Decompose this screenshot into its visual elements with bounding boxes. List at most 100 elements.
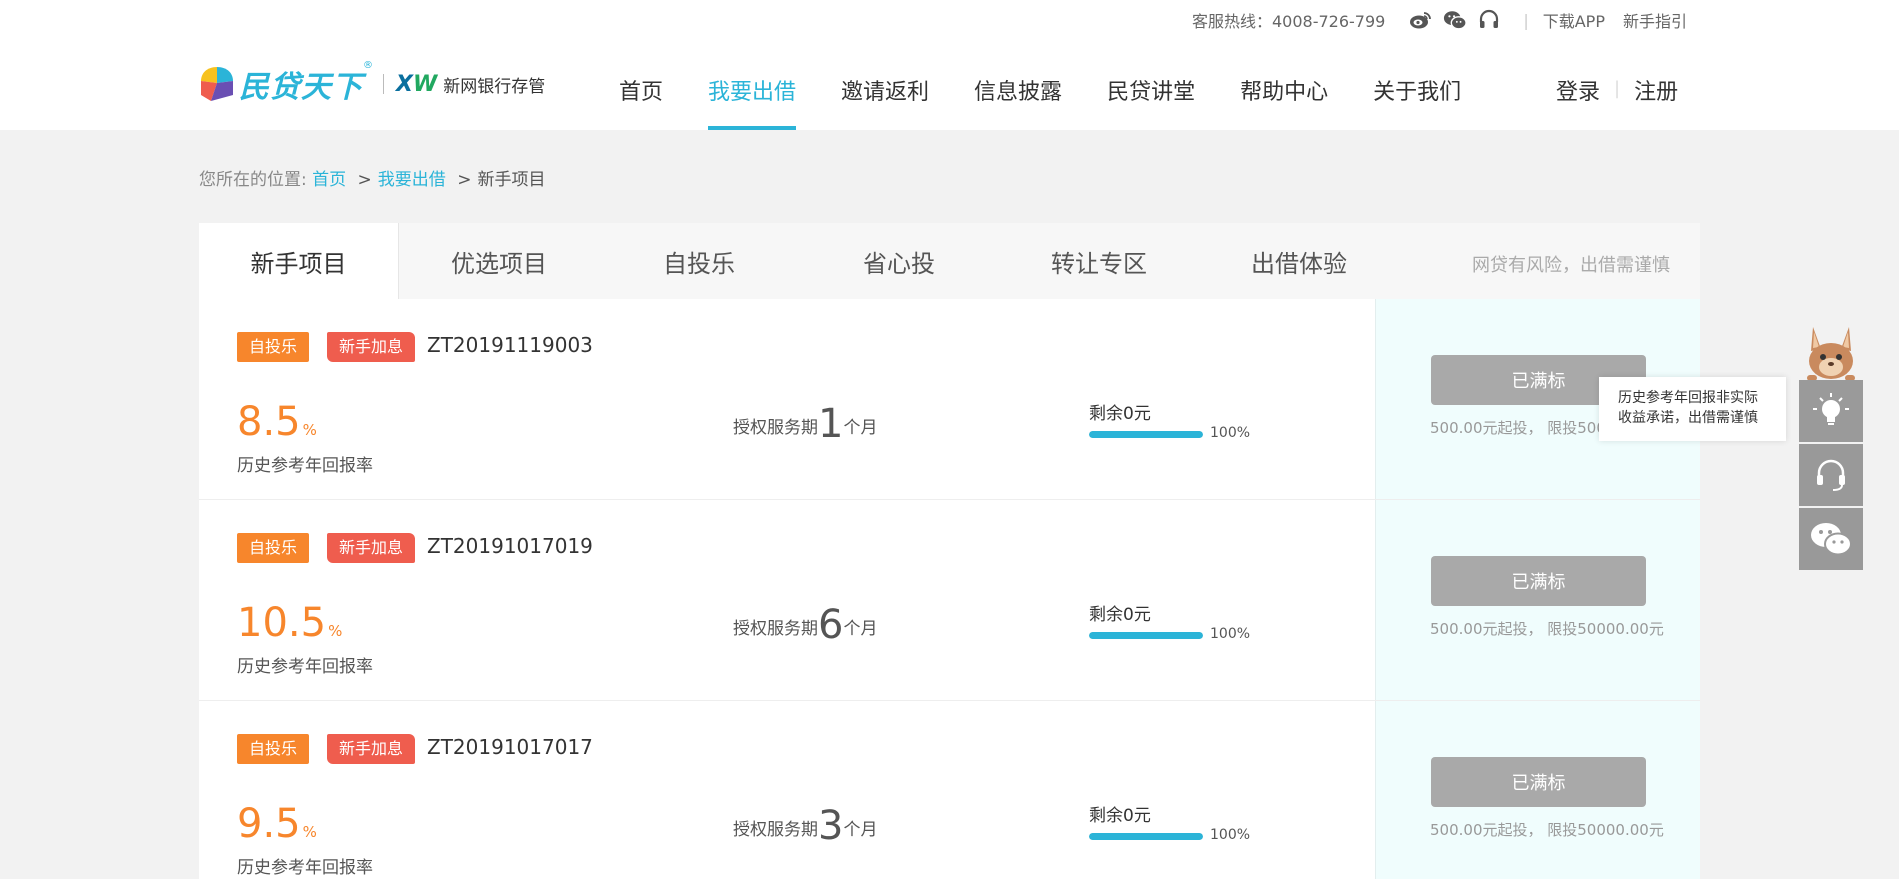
breadcrumb-invest[interactable]: 我要出借 xyxy=(378,170,446,190)
breadcrumb-home[interactable]: 首页 xyxy=(312,170,346,190)
term-unit: 个月 xyxy=(843,619,878,639)
project-tabs: 新手项目 优选项目 自投乐 省心投 转让专区 出借体验 网贷有风险，出借需谨慎 xyxy=(199,223,1700,299)
progress-fill xyxy=(1089,431,1203,438)
tab-self-invest[interactable]: 自投乐 xyxy=(599,223,799,299)
headset-icon xyxy=(1817,459,1845,491)
rate-unit: % xyxy=(302,823,317,841)
term-value: 1 xyxy=(818,401,844,447)
logo-brand-text: 民贷天下 xyxy=(239,70,363,105)
wechat-icon xyxy=(1811,523,1852,556)
breadcrumb-sep: > xyxy=(457,170,472,190)
auth-divider: | xyxy=(1614,78,1621,99)
tab-newbie[interactable]: 新手项目 xyxy=(199,223,399,299)
tab-transfer[interactable]: 转让专区 xyxy=(999,223,1199,299)
service-term: 授权服务期6个月 xyxy=(733,602,877,648)
auth-links: 登录 | 注册 xyxy=(1556,74,1678,106)
rate-unit: % xyxy=(302,421,317,439)
weibo-icon[interactable] xyxy=(1409,9,1433,31)
annual-rate: 9.5% xyxy=(237,801,317,847)
nav-home[interactable]: 首页 xyxy=(619,74,663,130)
project-row: 自投乐 新手加息 ZT20191017017 9.5% 历史参考年回报率 授权服… xyxy=(199,701,1700,879)
registered-mark: ® xyxy=(363,60,373,71)
project-code[interactable]: ZT20191119003 xyxy=(427,333,593,357)
project-row: 自投乐 新手加息 ZT20191017019 10.5% 历史参考年回报率 授权… xyxy=(199,500,1700,701)
xw-bank-logo: XW xyxy=(396,71,438,97)
top-bar: 客服热线：4008-726-799 | 下载APP 新手指引 xyxy=(1192,8,1687,32)
term-prefix: 授权服务期 xyxy=(733,418,818,438)
tips-button[interactable] xyxy=(1799,380,1863,442)
breadcrumb-sep: > xyxy=(357,170,372,190)
kangaroo-mascot-icon xyxy=(1807,327,1855,381)
nav-invite[interactable]: 邀请返利 xyxy=(841,74,929,130)
tooltip-line: 历史参考年回报非实际 xyxy=(1618,390,1758,406)
wechat-icon[interactable] xyxy=(1443,9,1468,31)
remaining-amount: 剩余0元 xyxy=(1089,806,1151,826)
nav-classroom[interactable]: 民贷讲堂 xyxy=(1107,74,1195,130)
annual-rate: 10.5% xyxy=(237,600,342,646)
rate-disclaimer-tooltip: 历史参考年回报非实际 收益承诺，出借需谨慎 xyxy=(1599,377,1786,441)
topbar-divider: | xyxy=(1523,10,1529,30)
customer-service-button[interactable] xyxy=(1799,444,1863,506)
tab-experience[interactable]: 出借体验 xyxy=(1199,223,1399,299)
rate-label: 历史参考年回报率 xyxy=(237,657,373,677)
annual-rate: 8.5% xyxy=(237,399,317,445)
register-link[interactable]: 注册 xyxy=(1634,74,1678,106)
risk-notice: 网贷有风险，出借需谨慎 xyxy=(1472,255,1670,276)
type-tag: 自投乐 xyxy=(237,332,310,362)
rate-label: 历史参考年回报率 xyxy=(237,456,373,476)
remaining-amount: 剩余0元 xyxy=(1089,404,1151,424)
remaining-amount: 剩余0元 xyxy=(1089,605,1151,625)
rate-value: 10.5 xyxy=(237,600,327,646)
bonus-tag: 新手加息 xyxy=(327,533,416,563)
term-prefix: 授权服务期 xyxy=(733,820,818,840)
full-status-button[interactable]: 已满标 xyxy=(1431,757,1646,807)
tooltip-line: 收益承诺，出借需谨慎 xyxy=(1618,410,1758,426)
breadcrumb: 您所在的位置: 首页 > 我要出借 > 新手项目 xyxy=(199,165,545,190)
progress-bar xyxy=(1089,833,1203,840)
progress-percent: 100% xyxy=(1210,827,1251,843)
logo-mark-icon xyxy=(201,67,233,101)
type-tag: 自投乐 xyxy=(237,734,310,764)
full-status-button[interactable]: 已满标 xyxy=(1431,556,1646,606)
bonus-tag: 新手加息 xyxy=(327,332,416,362)
nav-about[interactable]: 关于我们 xyxy=(1373,74,1461,130)
headset-icon[interactable] xyxy=(1477,9,1501,31)
site-header: 客服热线：4008-726-799 | 下载APP 新手指引 民贷天下 ® XW… xyxy=(0,0,1899,130)
breadcrumb-prefix: 您所在的位置: xyxy=(199,170,307,190)
progress-percent: 100% xyxy=(1210,425,1251,441)
logo-divider xyxy=(383,74,384,94)
wechat-button[interactable] xyxy=(1799,508,1863,570)
service-term: 授权服务期3个月 xyxy=(733,803,877,849)
type-tag: 自投乐 xyxy=(237,533,310,563)
rate-unit: % xyxy=(328,622,343,640)
rate-value: 9.5 xyxy=(237,801,301,847)
invest-limit: 500.00元起投， 限投50000.00元 xyxy=(1430,821,1664,839)
progress-fill xyxy=(1089,632,1203,639)
bonus-tag: 新手加息 xyxy=(327,734,416,764)
tab-easy-invest[interactable]: 省心投 xyxy=(799,223,999,299)
tab-selected[interactable]: 优选项目 xyxy=(399,223,599,299)
progress-percent: 100% xyxy=(1210,626,1251,642)
download-app-link[interactable]: 下载APP xyxy=(1543,8,1605,32)
nav-invest[interactable]: 我要出借 xyxy=(708,74,797,130)
breadcrumb-current: 新手项目 xyxy=(477,170,546,190)
project-code[interactable]: ZT20191017017 xyxy=(427,735,593,759)
project-row: 自投乐 新手加息 ZT20191119003 8.5% 历史参考年回报率 授权服… xyxy=(199,299,1700,500)
term-unit: 个月 xyxy=(843,418,878,438)
bank-custody-text: 新网银行存管 xyxy=(443,76,546,97)
login-link[interactable]: 登录 xyxy=(1556,74,1600,106)
action-panel: 已满标 500.00元起投， 限投50000.00元 xyxy=(1375,500,1700,700)
term-prefix: 授权服务期 xyxy=(733,619,818,639)
nav-help[interactable]: 帮助中心 xyxy=(1240,74,1328,130)
site-logo[interactable]: 民贷天下 ® XW 新网银行存管 xyxy=(199,60,546,106)
project-list: 自投乐 新手加息 ZT20191119003 8.5% 历史参考年回报率 授权服… xyxy=(199,299,1700,879)
beginner-guide-link[interactable]: 新手指引 xyxy=(1623,8,1687,32)
term-value: 3 xyxy=(818,803,844,849)
progress-bar xyxy=(1089,431,1203,438)
rate-value: 8.5 xyxy=(237,399,301,445)
progress-bar xyxy=(1089,632,1203,639)
hotline-text: 客服热线：4008-726-799 xyxy=(1191,12,1386,31)
project-code[interactable]: ZT20191017019 xyxy=(427,534,593,558)
nav-disclosure[interactable]: 信息披露 xyxy=(974,74,1062,130)
term-value: 6 xyxy=(818,602,844,648)
